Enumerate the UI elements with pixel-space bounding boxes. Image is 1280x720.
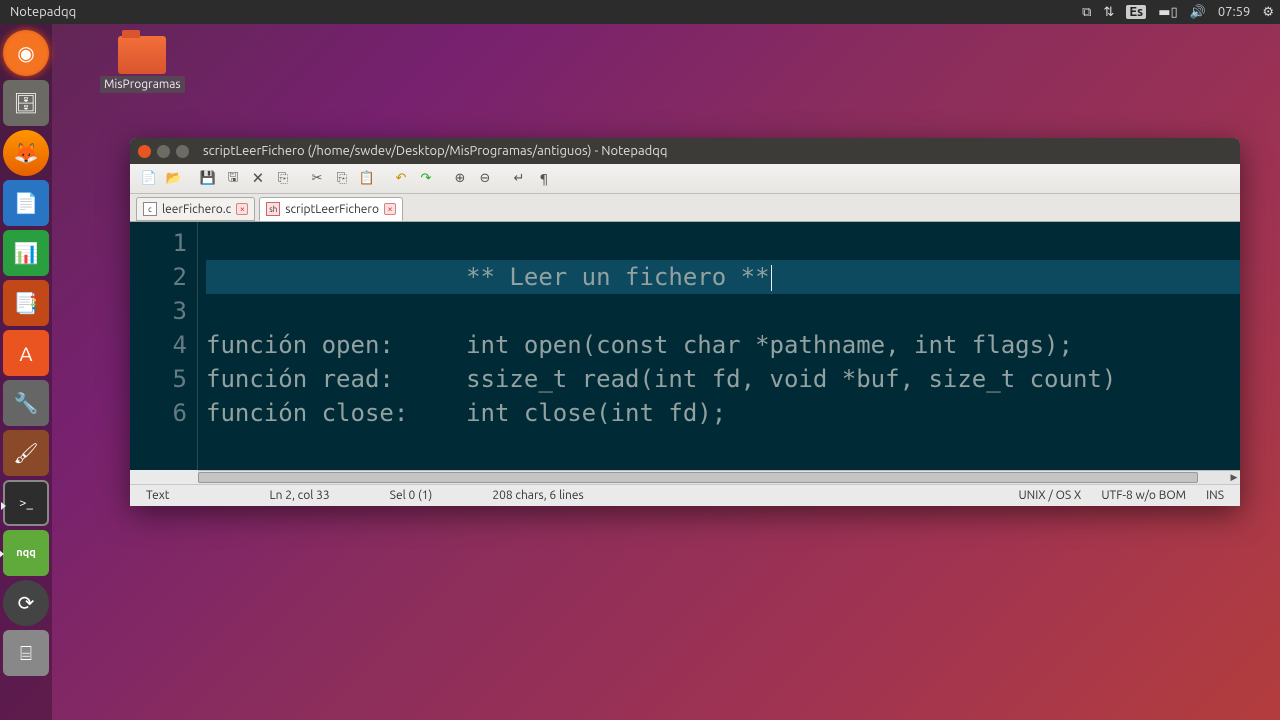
- window-close-button[interactable]: [138, 145, 151, 158]
- zoom-out-button[interactable]: ⊖: [474, 168, 496, 190]
- launcher-software[interactable]: A: [3, 330, 49, 376]
- copy-button[interactable]: ⎘: [331, 168, 353, 190]
- line-number-gutter: 123456: [130, 222, 198, 470]
- scroll-right-arrow[interactable]: ▶: [1228, 472, 1240, 483]
- unity-launcher: ◉ 🗄 🦊 📄 📊 📑 A 🔧 🖌 >_ nqq ⟳ ⌸: [0, 24, 52, 720]
- launcher-drive[interactable]: ⌸: [3, 630, 49, 676]
- toolbar: 📄 📂 💾 🖫 🗙 ⎘ ✂ ⎘ 📋 ↶ ↷ ⊕ ⊖ ↵ ¶: [130, 164, 1240, 194]
- file-icon: sh: [266, 202, 280, 216]
- status-bar: Text Ln 2, col 33 Sel 0 (1) 208 chars, 6…: [130, 484, 1240, 506]
- launcher-dash[interactable]: ◉: [3, 30, 49, 76]
- cut-button[interactable]: ✂: [306, 168, 328, 190]
- launcher-updater[interactable]: ⟳: [3, 580, 49, 626]
- launcher-impress[interactable]: 📑: [3, 280, 49, 326]
- code-content[interactable]: ** Leer un fichero ** función open: int o…: [198, 222, 1240, 470]
- show-symbols-button[interactable]: ¶: [533, 168, 555, 190]
- text-caret: [771, 265, 772, 291]
- word-wrap-button[interactable]: ↵: [508, 168, 530, 190]
- undo-button[interactable]: ↶: [390, 168, 412, 190]
- scrollbar-thumb[interactable]: [198, 472, 1198, 483]
- keyboard-layout-indicator[interactable]: Es: [1126, 5, 1146, 19]
- code-line[interactable]: función close: int close(int fd);: [206, 396, 1240, 430]
- status-language[interactable]: Text: [136, 489, 180, 502]
- tab-bar: c leerFichero.c × sh scriptLeerFichero ×: [130, 194, 1240, 222]
- status-line-endings[interactable]: UNIX / OS X: [1008, 489, 1091, 502]
- launcher-calc[interactable]: 📊: [3, 230, 49, 276]
- launcher-notepadqq[interactable]: nqq: [3, 530, 49, 576]
- redo-button[interactable]: ↷: [415, 168, 437, 190]
- new-file-button[interactable]: 📄: [138, 168, 160, 190]
- window-minimize-button[interactable]: [157, 145, 170, 158]
- save-all-button[interactable]: 🖫: [222, 168, 244, 190]
- open-button[interactable]: 📂: [163, 168, 185, 190]
- editor-area[interactable]: 123456 ** Leer un fichero ** función open…: [130, 222, 1240, 470]
- file-icon: c: [143, 202, 157, 216]
- save-button[interactable]: 💾: [197, 168, 219, 190]
- volume-icon[interactable]: 🔊: [1190, 5, 1206, 20]
- folder-icon: [118, 36, 166, 74]
- launcher-brush[interactable]: 🖌: [3, 430, 49, 476]
- close-all-button[interactable]: ⎘: [272, 168, 294, 190]
- tab-close-button[interactable]: ×: [236, 203, 248, 215]
- tab-label: leerFichero.c: [162, 203, 231, 216]
- network-icon[interactable]: ⇅: [1103, 5, 1114, 20]
- code-line[interactable]: [206, 294, 1240, 328]
- tab-close-button[interactable]: ×: [384, 203, 396, 215]
- launcher-writer[interactable]: 📄: [3, 180, 49, 226]
- close-file-button[interactable]: 🗙: [247, 168, 269, 190]
- battery-icon[interactable]: ▬▯: [1158, 5, 1177, 20]
- notepadqq-window: scriptLeerFichero (/home/swdev/Desktop/M…: [130, 138, 1240, 506]
- status-encoding[interactable]: UTF-8 w/o BOM: [1091, 489, 1196, 502]
- window-maximize-button[interactable]: [176, 145, 189, 158]
- code-line[interactable]: función read: ssize_t read(int fd, void …: [206, 362, 1240, 396]
- status-selection: Sel 0 (1): [380, 489, 443, 502]
- tab-label: scriptLeerFichero: [285, 203, 379, 216]
- horizontal-scrollbar[interactable]: ▶: [198, 470, 1240, 484]
- launcher-files[interactable]: 🗄: [3, 80, 49, 126]
- code-line[interactable]: ** Leer un fichero **: [206, 260, 1240, 294]
- system-tray: ⧉ ⇅ Es ▬▯ 🔊 07:59 ⚙: [1082, 5, 1274, 20]
- desktop-folder-misprogramas[interactable]: MisProgramas: [100, 36, 185, 91]
- code-line[interactable]: [206, 226, 1240, 260]
- launcher-terminal[interactable]: >_: [3, 480, 49, 526]
- clock[interactable]: 07:59: [1218, 5, 1251, 19]
- launcher-firefox[interactable]: 🦊: [3, 130, 49, 176]
- code-line[interactable]: función open: int open(const char *pathn…: [206, 328, 1240, 362]
- status-char-count: 208 chars, 6 lines: [482, 489, 593, 502]
- tab-leerfichero-c[interactable]: c leerFichero.c ×: [136, 197, 255, 221]
- screencast-icon[interactable]: ⧉: [1082, 5, 1091, 20]
- gear-icon[interactable]: ⚙: [1262, 5, 1274, 20]
- tab-scriptleerfichero[interactable]: sh scriptLeerFichero ×: [259, 197, 403, 221]
- desktop-folder-label: MisProgramas: [100, 76, 185, 93]
- zoom-in-button[interactable]: ⊕: [449, 168, 471, 190]
- window-titlebar[interactable]: scriptLeerFichero (/home/swdev/Desktop/M…: [130, 138, 1240, 164]
- status-insert-mode[interactable]: INS: [1196, 489, 1234, 502]
- launcher-settings[interactable]: 🔧: [3, 380, 49, 426]
- paste-button[interactable]: 📋: [356, 168, 378, 190]
- active-app-name: Notepadqq: [10, 5, 76, 19]
- system-menubar: Notepadqq ⧉ ⇅ Es ▬▯ 🔊 07:59 ⚙: [0, 0, 1280, 24]
- window-title: scriptLeerFichero (/home/swdev/Desktop/M…: [203, 144, 667, 158]
- status-cursor-position: Ln 2, col 33: [260, 489, 340, 502]
